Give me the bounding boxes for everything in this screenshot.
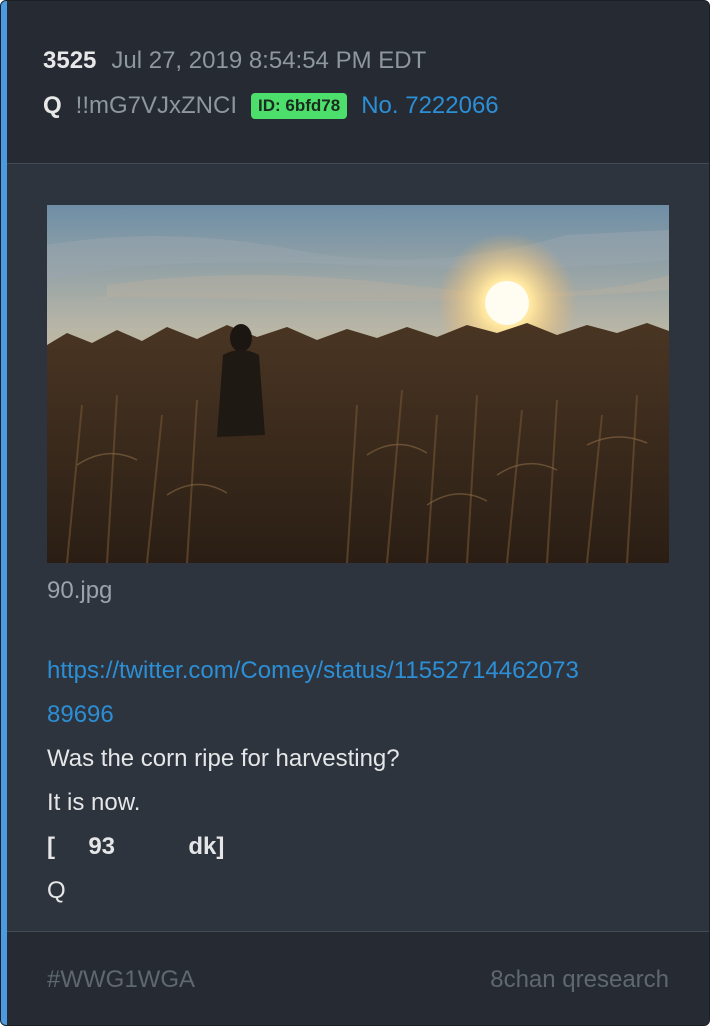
- body-signature: Q: [47, 877, 66, 904]
- cornfield-sunset-image: [47, 205, 669, 563]
- post-number: 3525: [43, 47, 97, 74]
- body-line-1: Was the corn ripe for harvesting?: [47, 745, 400, 772]
- tweet-link-line-1[interactable]: https://twitter.com/Comey/status/1155271…: [47, 649, 677, 693]
- image-filename[interactable]: 90.jpg: [47, 577, 112, 605]
- post-date: Jul 27, 2019 8:54:54 PM EDT: [111, 47, 427, 74]
- body-bold-line: [ 93 dk]: [47, 833, 225, 860]
- body-line-2: It is now.: [47, 789, 141, 816]
- post-author-row: Q !!mG7VJxZNCI ID: 6bfd78 No. 7222066: [43, 92, 499, 120]
- tweet-link-line-2[interactable]: 89696: [47, 693, 677, 737]
- author-name: Q: [43, 92, 62, 119]
- id-badge: ID: 6bfd78: [251, 93, 348, 119]
- tripcode: !!mG7VJxZNCI: [75, 92, 238, 119]
- post-meta-row: 3525 Jul 27, 2019 8:54:54 PM EDT: [43, 47, 426, 75]
- post-image[interactable]: [47, 205, 669, 563]
- post-number-link[interactable]: No. 7222066: [361, 92, 498, 120]
- post-card: 3525 Jul 27, 2019 8:54:54 PM EDT Q !!mG7…: [0, 0, 710, 1026]
- post-header: 3525 Jul 27, 2019 8:54:54 PM EDT Q !!mG7…: [7, 1, 709, 164]
- post-body: https://twitter.com/Comey/status/1155271…: [47, 649, 677, 913]
- source-label: 8chan qresearch: [490, 966, 669, 993]
- post-footer: #WWG1WGA 8chan qresearch: [7, 931, 709, 1025]
- hashtag: #WWG1WGA: [47, 966, 195, 993]
